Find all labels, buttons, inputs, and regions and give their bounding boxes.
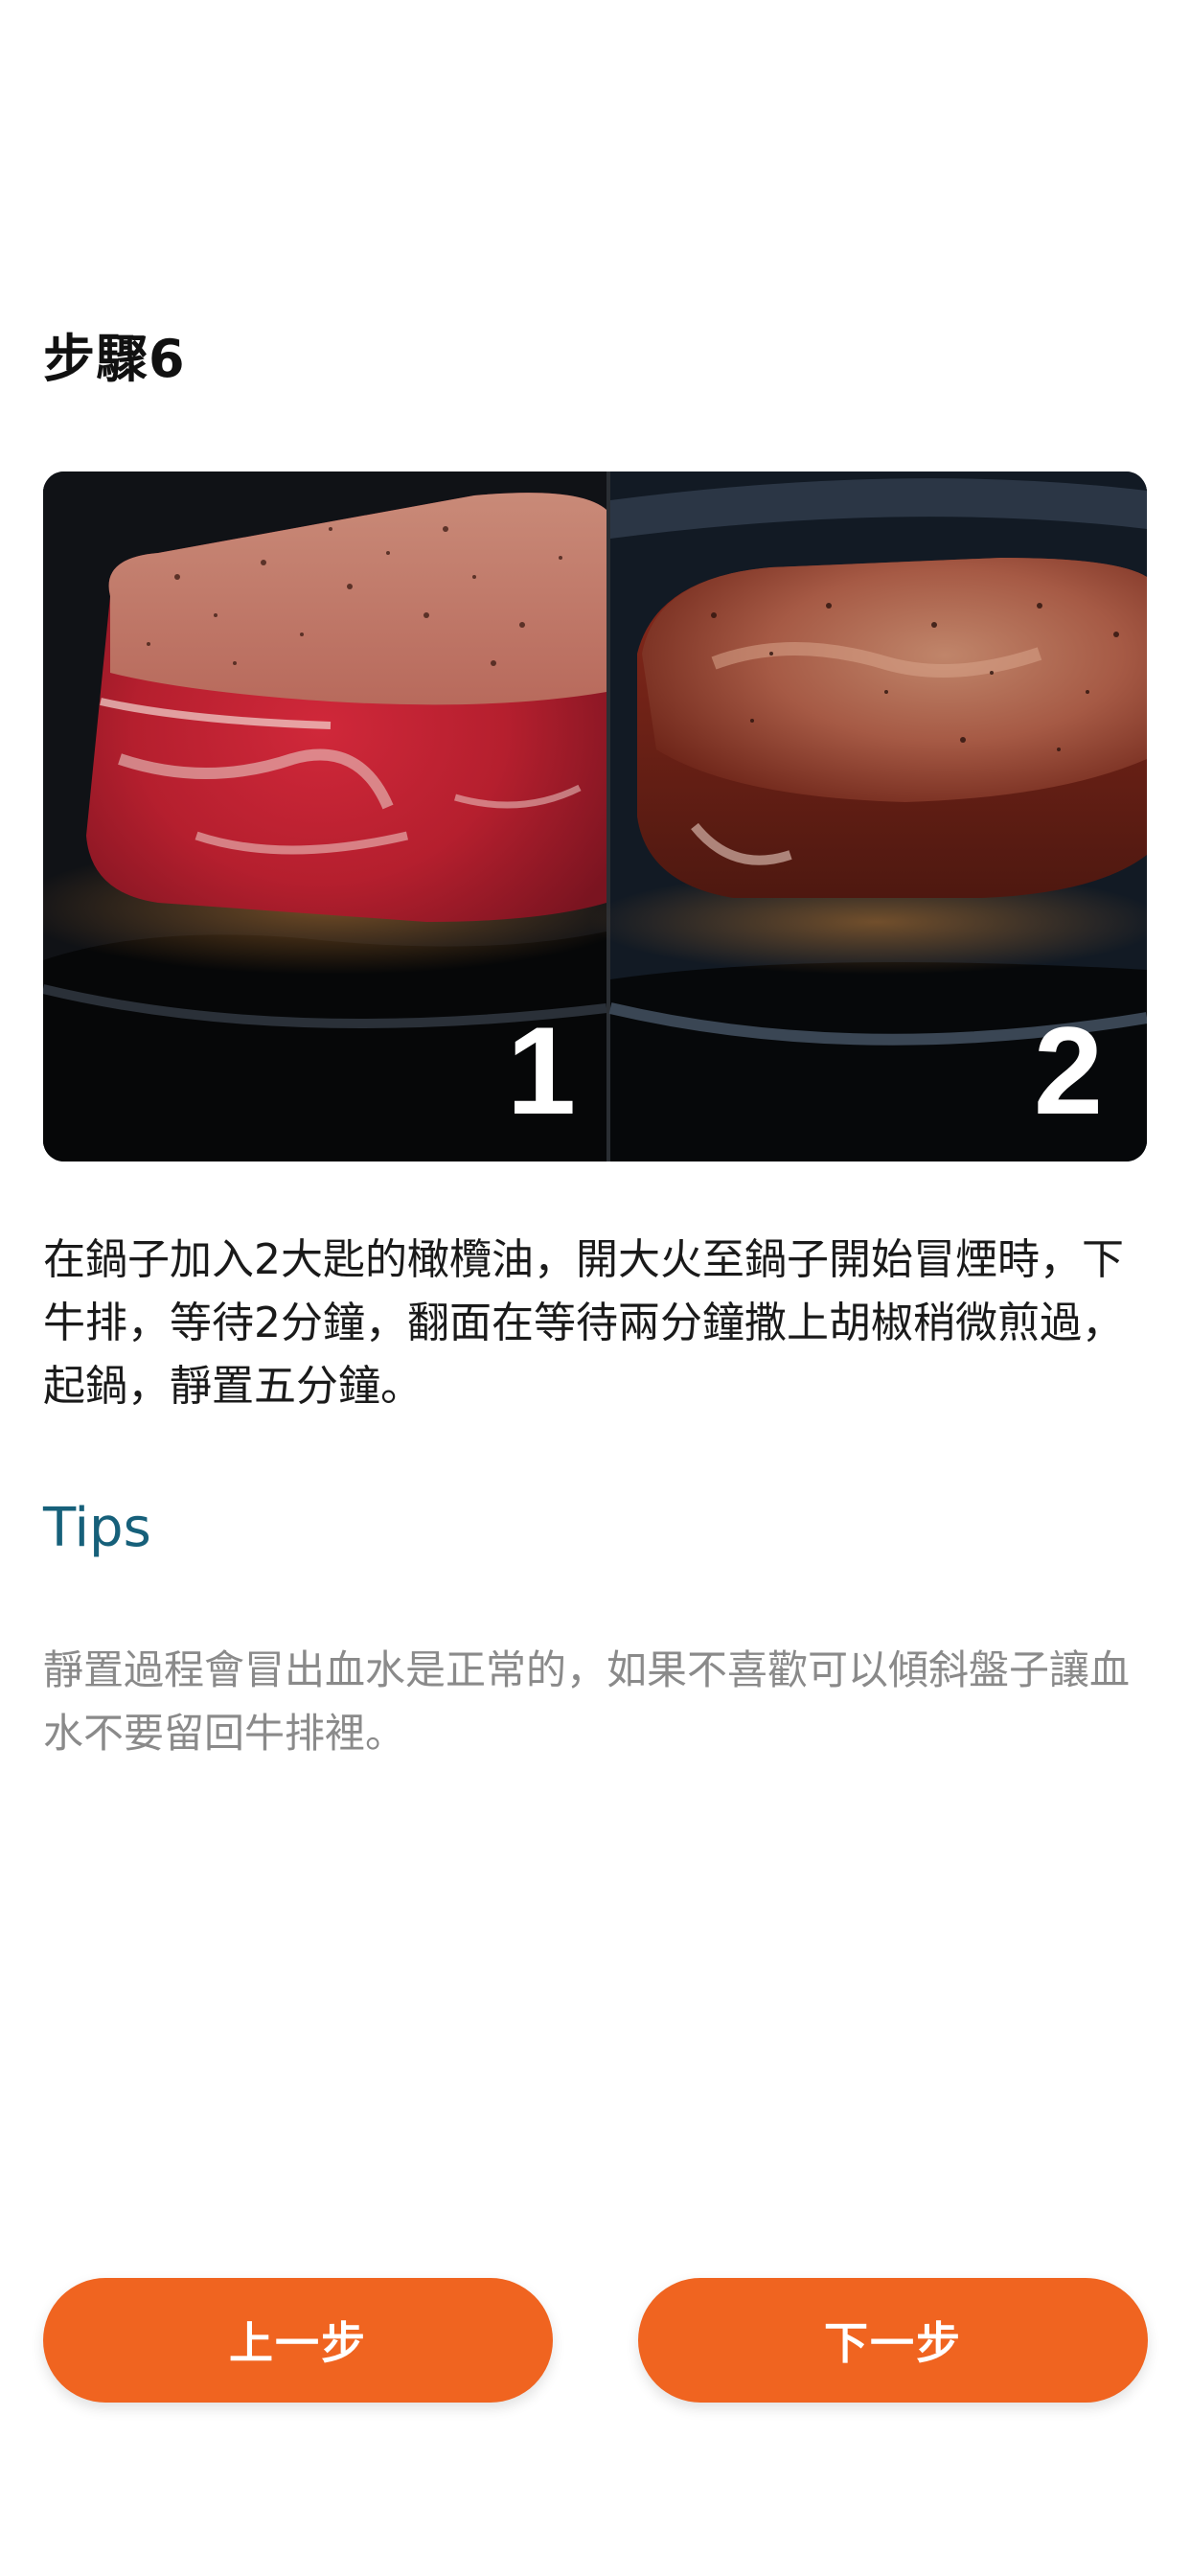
raw-steak-panel: 1: [43, 472, 647, 1162]
steak-pan-illustration: 1 2: [43, 472, 1147, 1162]
step-title: 步驟6: [43, 329, 186, 389]
tips-text: 靜置過程會冒出血水是正常的，如果不喜歡可以傾斜盤子讓血水不要留回牛排裡。: [43, 1646, 1131, 1757]
recipe-step-screen: 步驟6 1 2 在鍋子加入2大匙的橄欖油，開大火至鍋子開始冒煙時，下牛排，等待2…: [0, 0, 1190, 2576]
next-step-button[interactable]: 下一步: [638, 2278, 1148, 2403]
previous-step-button[interactable]: 上一步: [43, 2278, 553, 2403]
tips-heading: Tips: [43, 1497, 151, 1559]
panel-number-1: 1: [507, 1000, 576, 1140]
step-description: 在鍋子加入2大匙的橄欖油，開大火至鍋子開始冒煙時，下牛排，等待2分鐘，翻面在等待…: [43, 1235, 1124, 1411]
panel-number-2: 2: [1034, 1000, 1103, 1140]
seared-steak-panel: 2: [589, 472, 1147, 1162]
step-photo: 1 2: [43, 472, 1147, 1162]
